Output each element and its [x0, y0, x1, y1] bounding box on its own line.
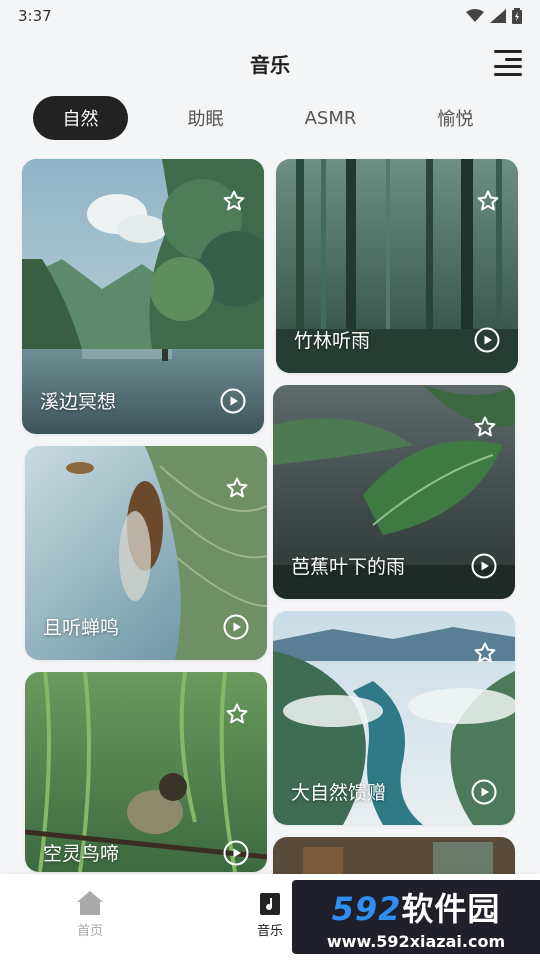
nav-music-label: 音乐	[256, 924, 283, 939]
signal-icon	[490, 9, 506, 23]
star-icon[interactable]	[476, 189, 500, 213]
status-time: 3:37	[18, 7, 52, 25]
card-title: 竹林听雨	[294, 330, 371, 352]
star-icon[interactable]	[225, 702, 249, 726]
play-icon[interactable]	[471, 553, 497, 579]
status-bar: 3:37	[0, 0, 540, 32]
card-nature-gift[interactable]: 大自然馈赠	[273, 611, 515, 825]
card-title: 溪边冥想	[40, 391, 117, 413]
star-icon[interactable]	[222, 189, 246, 213]
star-icon[interactable]	[225, 476, 249, 500]
play-icon[interactable]	[474, 327, 500, 353]
tab-sleep[interactable]: 助眠	[158, 96, 253, 140]
card-banana-leaf-rain[interactable]: 芭蕉叶下的雨	[273, 385, 515, 599]
tab-pleasure[interactable]: 愉悦	[408, 96, 503, 140]
watermark-logo: 592软件园 www.592xiazai.com	[292, 880, 540, 954]
menu-list-icon[interactable]	[494, 50, 522, 76]
star-icon[interactable]	[473, 641, 497, 665]
battery-icon	[512, 8, 522, 24]
card-title: 芭蕉叶下的雨	[291, 556, 406, 578]
tab-nature[interactable]: 自然	[33, 96, 128, 140]
watermark-url: www.592xiazai.com	[326, 931, 506, 951]
card-bamboo-rain[interactable]: 竹林听雨	[276, 159, 518, 373]
card-bird-song[interactable]: 空灵鸟啼	[25, 672, 267, 872]
play-icon[interactable]	[220, 388, 246, 414]
wifi-icon	[466, 9, 484, 22]
tab-asmr[interactable]: ASMR	[283, 96, 378, 140]
play-icon[interactable]	[223, 614, 249, 640]
card-title: 大自然馈赠	[291, 782, 387, 804]
card-title: 且听蝉鸣	[43, 617, 120, 639]
music-icon	[260, 893, 280, 915]
category-tabs: 自然 助眠 ASMR 愉悦	[33, 96, 513, 140]
play-icon[interactable]	[471, 779, 497, 805]
header: 音乐	[0, 40, 540, 86]
nav-home[interactable]: 首页	[50, 890, 130, 939]
card-cicada[interactable]: 且听蝉鸣	[25, 446, 267, 660]
card-stream-meditation[interactable]: 溪边冥想	[22, 159, 264, 434]
play-icon[interactable]	[223, 840, 249, 866]
watermark-brand: 592软件园	[331, 889, 501, 928]
page-title: 音乐	[250, 52, 290, 77]
status-icons	[466, 8, 522, 24]
nav-home-label: 首页	[76, 924, 103, 939]
home-icon	[77, 891, 103, 915]
star-icon[interactable]	[473, 415, 497, 439]
card-title: 空灵鸟啼	[43, 843, 120, 865]
